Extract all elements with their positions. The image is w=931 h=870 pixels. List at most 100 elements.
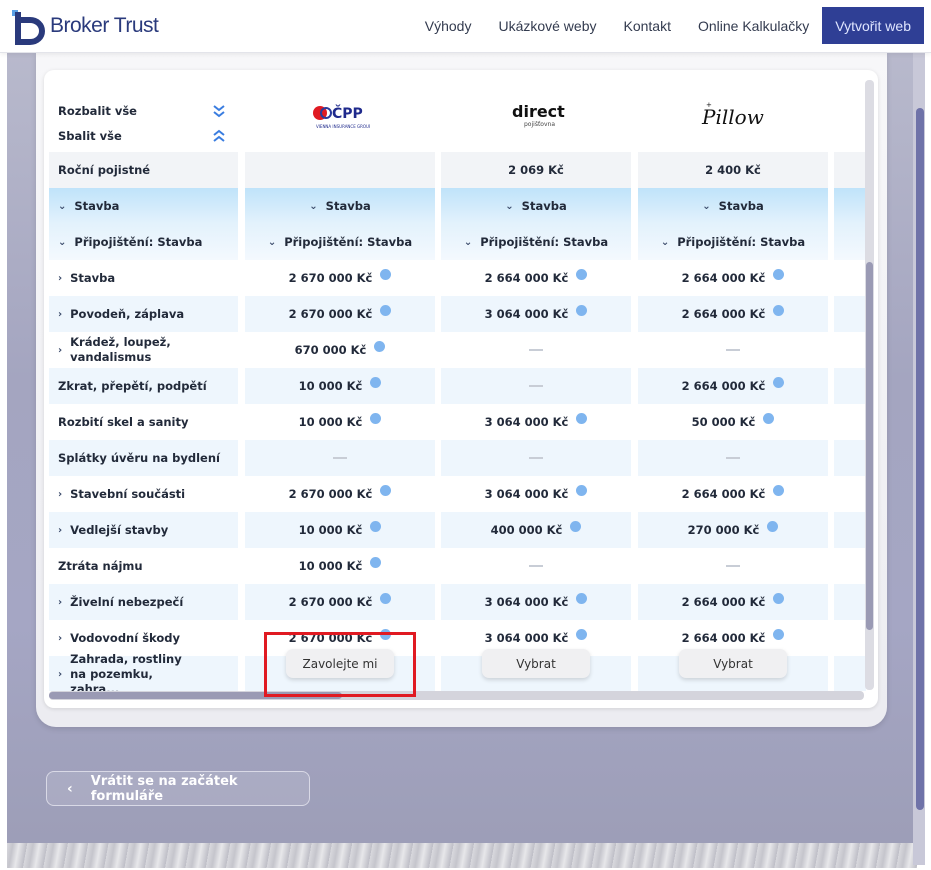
coverage-value: 2 670 000 Kč: [245, 476, 435, 512]
provider-logo: ČPP VIENNA INSURANCE GROUP: [245, 80, 435, 152]
subsection-pripojisteni[interactable]: ⌄ Připojištění: Stavba: [245, 224, 435, 260]
coverage-value: 2 664 000 Kč: [638, 584, 828, 620]
dash-icon: [529, 565, 543, 567]
subsection-pripojisteni[interactable]: ⌄ Připojištění: Stavba: [49, 224, 238, 260]
chevron-right-icon: ›: [58, 272, 63, 284]
double-chevron-down-icon[interactable]: [212, 104, 226, 118]
info-icon[interactable]: [370, 556, 382, 568]
row-label[interactable]: › Zahrada, rostliny na pozemku, zahra...: [49, 652, 238, 691]
chevron-right-icon: ›: [58, 668, 63, 680]
page-scrollbar-thumb[interactable]: [916, 108, 924, 810]
subsection-pripojisteni[interactable]: ⌄ Připojištění: Stavba: [638, 224, 828, 260]
provider-column: ČPP VIENNA INSURANCE GROUP ⌄ Stavba ⌄ Připoji…: [245, 80, 435, 691]
coverage-value: 670 000 Kč: [245, 332, 435, 368]
provider-column-partial: [834, 80, 866, 691]
info-icon[interactable]: [570, 520, 582, 532]
row-label[interactable]: › Povodeň, záplava: [49, 296, 238, 332]
coverage-value: 3 064 000 Kč: [441, 296, 631, 332]
info-icon[interactable]: [576, 484, 588, 496]
section-stavba[interactable]: ⌄ Stavba: [245, 188, 435, 224]
nav-vyhody[interactable]: Výhody: [425, 18, 472, 34]
row-label: Splátky úvěru na bydlení: [49, 440, 238, 476]
coverage-value: 3 064 000 Kč: [441, 476, 631, 512]
chevron-right-icon: ›: [58, 488, 63, 500]
info-icon[interactable]: [380, 484, 392, 496]
info-icon[interactable]: [773, 484, 785, 496]
info-icon[interactable]: [576, 628, 588, 640]
chevron-down-icon: ⌄: [58, 200, 67, 212]
row-label[interactable]: › Vedlejší stavby: [49, 512, 238, 548]
subsection-pripojisteni[interactable]: ⌄ Připojištění: Stavba: [441, 224, 631, 260]
dash-icon: [726, 565, 740, 567]
expand-controls: Rozbalit vše Sbalit vše: [49, 80, 238, 152]
section-stavba[interactable]: ⌄ Stavba: [441, 188, 631, 224]
coverage-value: 2 670 000 Kč: [245, 584, 435, 620]
coverage-value: 10 000 Kč: [245, 368, 435, 404]
nav-online-kalkulacky[interactable]: Online Kalkulačky: [698, 18, 809, 34]
info-icon[interactable]: [374, 340, 386, 352]
coverage-value: 10 000 Kč: [245, 404, 435, 440]
dash-icon: [726, 349, 740, 351]
info-icon[interactable]: [767, 520, 779, 532]
info-icon[interactable]: [380, 268, 392, 280]
table-vertical-scroll-thumb[interactable]: [866, 262, 873, 630]
info-icon[interactable]: [380, 592, 392, 604]
row-label[interactable]: › Živelní nebezpečí: [49, 584, 238, 620]
section-stavba[interactable]: ⌄ Stavba: [49, 188, 238, 224]
svg-text:direct: direct: [512, 102, 565, 121]
section-stavba[interactable]: ⌄ Stavba: [638, 188, 828, 224]
row-label[interactable]: › Krádež, loupež, vandalismus: [49, 332, 238, 368]
label-column: Rozbalit vše Sbalit vše Roční pojistné ⌄…: [49, 80, 238, 691]
expand-all-button[interactable]: Rozbalit vše: [58, 104, 137, 118]
coverage-value: 10 000 Kč: [245, 548, 435, 584]
row-label[interactable]: › Stavební součásti: [49, 476, 238, 512]
coverage-empty: [441, 332, 631, 368]
chevron-right-icon: ›: [58, 308, 63, 320]
coverage-value: 270 000 Kč: [638, 512, 828, 548]
background-texture: [7, 843, 917, 868]
row-label: Ztráta nájmu: [49, 548, 238, 584]
back-to-start-button[interactable]: ‹ Vrátit se na začátek formuláře: [46, 771, 310, 806]
row-label[interactable]: › Stavba: [49, 260, 238, 296]
info-icon[interactable]: [576, 592, 588, 604]
brand-logo[interactable]: Broker Trust: [6, 6, 159, 46]
collapse-all-button[interactable]: Sbalit vše: [58, 129, 122, 143]
chevron-down-icon: ⌄: [505, 200, 514, 212]
chevron-left-icon: ‹: [67, 780, 73, 797]
info-icon[interactable]: [763, 412, 775, 424]
info-icon[interactable]: [773, 592, 785, 604]
pillow-logo-icon: Pillow+: [701, 101, 764, 129]
double-chevron-up-icon[interactable]: [212, 129, 226, 143]
cpp-logo-icon: ČPP VIENNA INSURANCE GROUP: [313, 104, 370, 129]
info-icon[interactable]: [576, 412, 588, 424]
info-icon[interactable]: [370, 376, 382, 388]
provider-column: Pillow + 2 400 Kč ⌄ Stavba ⌄ Připojištění: Sta…: [638, 80, 828, 691]
top-header: Broker Trust Výhody Ukázkové weby Kontak…: [0, 0, 931, 53]
dash-icon: [529, 457, 543, 459]
info-icon[interactable]: [370, 412, 382, 424]
info-icon[interactable]: [380, 304, 392, 316]
coverage-value: 2 670 000 Kč: [245, 296, 435, 332]
chevron-down-icon: ⌄: [309, 200, 318, 212]
info-icon[interactable]: [773, 628, 785, 640]
coverage-value: 400 000 Kč: [441, 512, 631, 548]
info-icon[interactable]: [773, 304, 785, 316]
coverage-value: 2 664 000 Kč: [638, 368, 828, 404]
select-button[interactable]: Vybrat: [482, 649, 590, 678]
nav-ukazkove-weby[interactable]: Ukázkové weby: [498, 18, 596, 34]
info-icon[interactable]: [576, 268, 588, 280]
nav-kontakt[interactable]: Kontakt: [624, 18, 671, 34]
provider-price: 2 069 Kč: [441, 152, 631, 188]
brand-name: Broker Trust: [50, 14, 159, 37]
highlight-annotation: [264, 632, 416, 697]
select-button[interactable]: Vybrat: [679, 649, 787, 678]
info-icon[interactable]: [576, 304, 588, 316]
coverage-empty: [638, 548, 828, 584]
coverage-value: 2 664 000 Kč: [638, 296, 828, 332]
create-web-button[interactable]: Vytvořit web: [822, 7, 924, 44]
annual-premium-label: Roční pojistné: [49, 152, 238, 188]
info-icon[interactable]: [370, 520, 382, 532]
info-icon[interactable]: [773, 268, 785, 280]
coverage-empty: [638, 332, 828, 368]
info-icon[interactable]: [773, 376, 785, 388]
